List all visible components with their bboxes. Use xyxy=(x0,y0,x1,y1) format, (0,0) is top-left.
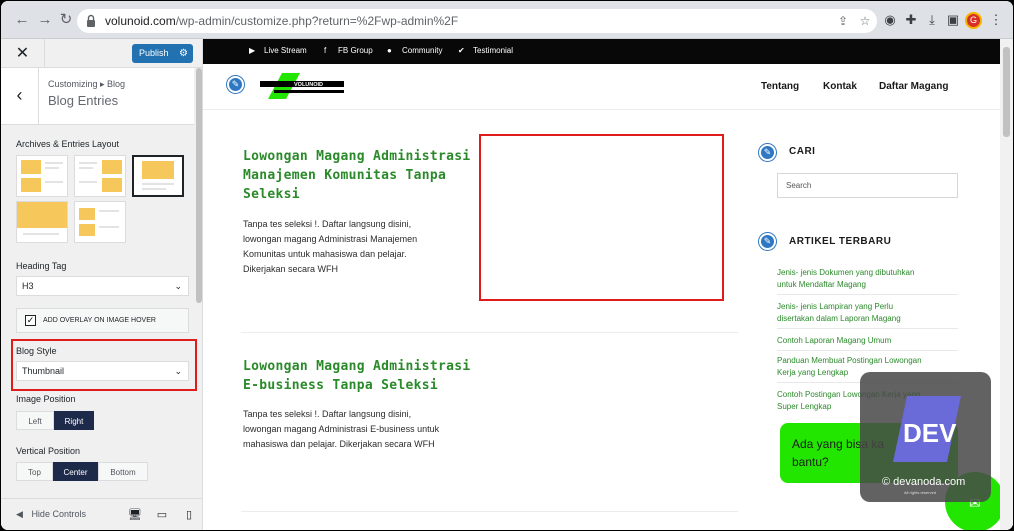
post-divider xyxy=(241,332,738,333)
vertical-position-center[interactable]: Center xyxy=(53,462,98,481)
star-icon[interactable]: ☆ xyxy=(857,13,873,29)
layout-option-5[interactable] xyxy=(74,201,126,243)
vertical-position-bottom[interactable]: Bottom xyxy=(98,462,148,481)
heading-tag-select[interactable]: H3 ⌄ xyxy=(16,276,189,296)
search-widget-title: CARI xyxy=(789,146,816,157)
watermark-site: © devanoda.com xyxy=(882,476,966,488)
image-position-label: Image Position xyxy=(16,394,76,404)
extensions-icon[interactable]: ✚ xyxy=(902,11,920,29)
divider xyxy=(777,294,958,295)
screen-frame: ← → ↻ volunoid.com/wp-admin/customize.ph… xyxy=(0,0,1014,531)
back-chevron-icon[interactable]: ‹ xyxy=(1,68,39,125)
topbar-link[interactable]: Community xyxy=(402,46,442,55)
browser-toolbar: ← → ↻ volunoid.com/wp-admin/customize.ph… xyxy=(1,1,1013,39)
recent-article-link[interactable]: Jenis- jenis Dokumen yang dibutuhkan untu… xyxy=(777,267,958,291)
image-position-left[interactable]: Left xyxy=(16,411,54,430)
overlay-option[interactable]: ✓ ADD OVERLAY ON IMAGE HOVER xyxy=(16,308,189,333)
check-circle-icon: ✔ xyxy=(458,46,465,55)
recent-article-link[interactable]: Contoh Laporan Magang Umum xyxy=(777,335,958,347)
overlay-checkbox[interactable]: ✓ xyxy=(25,315,36,326)
watermark-tiny: All rights reserved xyxy=(904,490,937,495)
youtube-icon: ▶ xyxy=(249,46,256,55)
back-arrow-icon[interactable]: ← xyxy=(13,11,31,29)
vertical-position-label: Vertical Position xyxy=(16,446,81,456)
post-thumbnail-placeholder[interactable] xyxy=(479,134,724,301)
image-position-right[interactable]: Right xyxy=(54,411,94,430)
gear-icon[interactable]: ⚙ xyxy=(179,44,188,63)
pencil-edit-icon[interactable]: ✎ xyxy=(759,144,776,161)
dev-logo: DEV xyxy=(893,396,961,462)
svg-text:VOLUNOID: VOLUNOID xyxy=(294,82,323,88)
customizer-sidebar: ✕ Publish ⚙ ‹ Customizing ▸ Blog Blog En… xyxy=(1,39,203,530)
menu-daftar-magang[interactable]: Daftar Magang xyxy=(879,81,948,92)
desktop-preview-icon[interactable]: 🖥 xyxy=(128,508,142,522)
layout-label: Archives & Entries Layout xyxy=(16,139,120,149)
layout-option-3[interactable] xyxy=(132,155,184,197)
blog-style-label: Blog Style xyxy=(16,346,57,356)
chevron-down-icon: ⌄ xyxy=(174,281,182,291)
close-icon[interactable]: ✕ xyxy=(1,39,45,68)
blog-style-select[interactable]: Thumbnail ⌄ xyxy=(16,361,189,381)
sidebar-scrollbar[interactable] xyxy=(196,68,202,303)
section-title: Blog Entries xyxy=(48,93,119,108)
tablet-preview-icon[interactable]: ▭ xyxy=(155,508,169,522)
mobile-preview-icon[interactable]: ▯ xyxy=(182,508,196,522)
collapse-icon: ◀ xyxy=(16,509,23,519)
heading-tag-label: Heading Tag xyxy=(16,261,67,271)
share-icon[interactable]: ⇪ xyxy=(835,13,851,29)
divider xyxy=(777,350,958,351)
menu-kebab-icon[interactable]: ⋮ xyxy=(987,11,1005,29)
hide-controls-button[interactable]: ◀ Hide Controls xyxy=(16,509,86,520)
pencil-edit-icon[interactable]: ✎ xyxy=(759,233,776,250)
chat-icon: ● xyxy=(387,46,392,55)
site-header: ✎ VOLUNOID Tentang Kontak Daftar Magang xyxy=(203,64,1000,110)
recent-article-link[interactable]: Jenis- jenis Lampiran yang Perlu disertak… xyxy=(777,301,958,325)
recent-widget-title: ARTIKEL TERBARU xyxy=(789,236,892,247)
lock-icon xyxy=(87,14,95,27)
preview-scrollbar[interactable] xyxy=(1000,39,1013,530)
site-topbar: ▶ Live Stream f FB Group ● Community ✔ T… xyxy=(203,39,1000,64)
post-excerpt: Tanpa tes seleksi !. Daftar langsung dis… xyxy=(243,409,440,449)
topbar-link[interactable]: Live Stream xyxy=(264,46,307,55)
overlay-label: ADD OVERLAY ON IMAGE HOVER xyxy=(43,317,156,324)
layout-option-4[interactable] xyxy=(16,201,68,243)
customizer-footer: ◀ Hide Controls 🖥 ▭ ▯ xyxy=(1,498,202,530)
layout-option-1[interactable] xyxy=(16,155,68,197)
vertical-position-top[interactable]: Top xyxy=(16,462,53,481)
publish-button[interactable]: Publish ⚙ xyxy=(132,44,193,63)
search-input[interactable]: Search xyxy=(777,173,958,198)
post-title[interactable]: Lowongan Magang Administrasi Manajemen K… xyxy=(243,147,471,204)
layout-option-2[interactable] xyxy=(74,155,126,197)
address-bar[interactable]: volunoid.com/wp-admin/customize.php?retu… xyxy=(77,9,877,33)
divider xyxy=(777,328,958,329)
svg-text:DEV: DEV xyxy=(903,418,957,448)
chevron-down-icon: ⌄ xyxy=(174,366,182,376)
post-title[interactable]: Lowongan Magang Administrasi E-business … xyxy=(243,357,471,395)
menu-tentang[interactable]: Tentang xyxy=(761,81,799,92)
watermark: DEV © devanoda.com All rights reserved xyxy=(860,372,991,502)
topbar-link[interactable]: FB Group xyxy=(338,46,373,55)
topbar-link[interactable]: Testimonial xyxy=(473,46,513,55)
camera-icon[interactable]: ◉ xyxy=(881,11,899,29)
section-header: ‹ Customizing ▸ Blog Blog Entries xyxy=(1,68,194,125)
post-divider xyxy=(241,511,738,512)
breadcrumb: Customizing ▸ Blog xyxy=(48,79,126,89)
customizer-header: ✕ Publish ⚙ xyxy=(1,39,202,68)
scrollbar-thumb[interactable] xyxy=(1003,47,1010,137)
menu-kontak[interactable]: Kontak xyxy=(823,81,857,92)
post-excerpt: Tanpa tes seleksi !. Daftar langsung dis… xyxy=(243,219,418,274)
pencil-edit-icon[interactable]: ✎ xyxy=(227,76,244,93)
facebook-icon: f xyxy=(324,46,327,55)
download-icon[interactable]: ⤓ xyxy=(923,11,941,29)
forward-arrow-icon[interactable]: → xyxy=(36,11,54,29)
profile-avatar[interactable]: G xyxy=(965,12,982,29)
sidepanel-icon[interactable]: ▣ xyxy=(944,11,962,29)
url-text: volunoid.com/wp-admin/customize.php?retu… xyxy=(105,14,459,28)
reload-icon[interactable]: ↻ xyxy=(57,11,75,29)
site-logo[interactable]: VOLUNOID xyxy=(260,73,350,99)
